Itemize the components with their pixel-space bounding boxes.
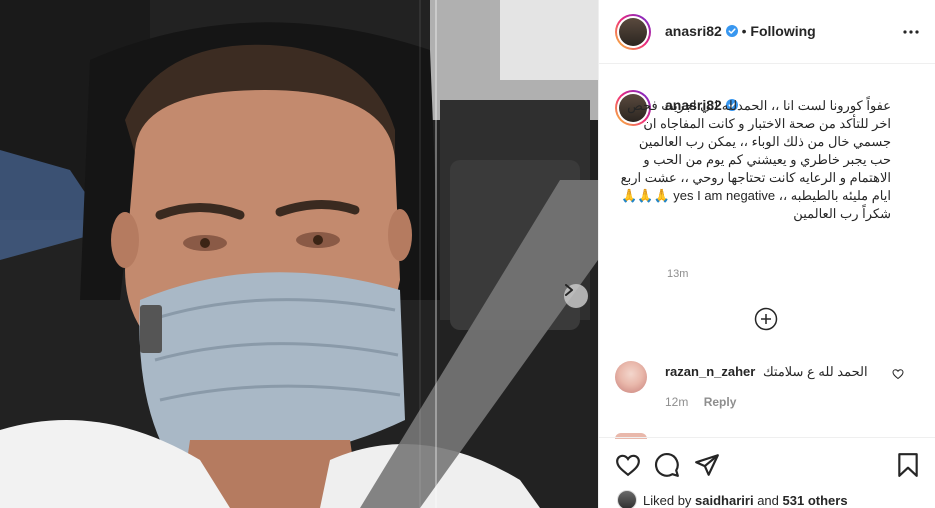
separator-dot: • bbox=[741, 23, 747, 39]
comment-icon[interactable] bbox=[654, 452, 680, 478]
author-avatar[interactable] bbox=[615, 14, 651, 50]
heart-icon[interactable] bbox=[615, 452, 641, 478]
liker-avatar[interactable] bbox=[617, 490, 637, 508]
post-actions: Liked by saidhariri and 531 others bbox=[599, 437, 935, 508]
verified-badge-icon bbox=[725, 25, 738, 37]
likes-prefix: Liked by bbox=[643, 492, 692, 508]
comment-body: razan_n_zaher الحمد لله ع سلامتك bbox=[665, 364, 868, 380]
comment-text: الحمد لله ع سلامتك bbox=[762, 364, 868, 379]
comment-username[interactable]: razan_n_zaher bbox=[665, 364, 755, 379]
more-options-button[interactable] bbox=[899, 22, 923, 42]
chevron-right-icon bbox=[565, 284, 573, 296]
likes-connector: and bbox=[757, 492, 779, 508]
header-user-line: anasri82 • Following bbox=[665, 23, 816, 39]
comment-meta: 12m Reply bbox=[665, 395, 736, 409]
liker-username[interactable]: saidhariri bbox=[695, 493, 754, 508]
following-button[interactable]: Following bbox=[750, 23, 815, 39]
next-photo-button[interactable] bbox=[564, 284, 588, 308]
bookmark-icon[interactable] bbox=[895, 452, 921, 478]
commenter-avatar[interactable] bbox=[615, 361, 647, 393]
likes-summary: Liked by saidhariri and 531 others bbox=[617, 490, 848, 508]
post-photo bbox=[0, 0, 598, 508]
paper-plane-icon[interactable] bbox=[694, 452, 720, 478]
likes-others[interactable]: 531 others bbox=[783, 493, 848, 508]
reply-button[interactable]: Reply bbox=[704, 395, 737, 409]
selfie-illustration bbox=[0, 0, 598, 508]
heart-outline-icon[interactable] bbox=[892, 368, 904, 380]
author-username[interactable]: anasri82 bbox=[665, 23, 722, 39]
more-horizontal-icon bbox=[903, 30, 919, 34]
caption-timestamp[interactable]: 13m bbox=[667, 268, 688, 280]
comment-timestamp[interactable]: 12m bbox=[665, 395, 688, 409]
post-header: anasri82 • Following bbox=[599, 0, 935, 64]
post-details-panel: anasri82 • Following anasri82 عفواً كورو… bbox=[598, 0, 935, 508]
plus-circle-icon[interactable] bbox=[754, 307, 778, 331]
caption-text: عفواً كورونا لست انا ،، الحمدلله اني اجر… bbox=[620, 98, 891, 221]
